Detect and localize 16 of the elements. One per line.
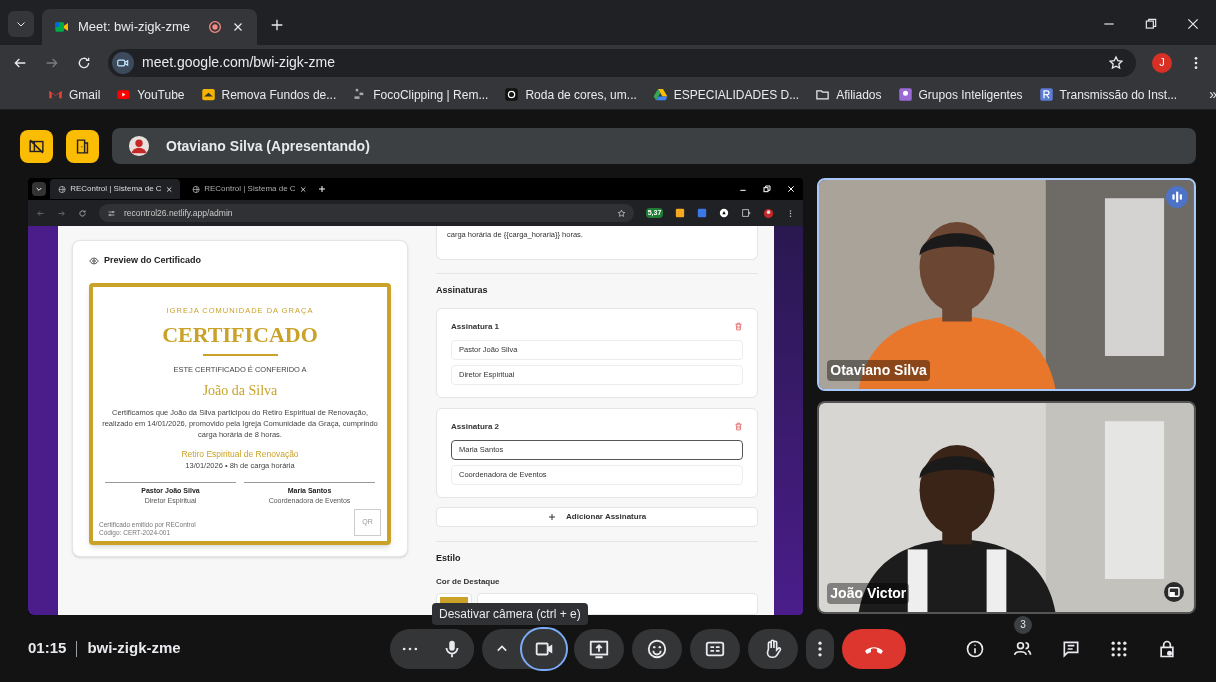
certificate-title: CERTIFICADO (162, 324, 318, 347)
section-heading: Estilo (436, 551, 462, 565)
recipient-name: João da Silva (202, 381, 278, 400)
signature-title: Assinatura 2 (451, 420, 500, 433)
tooltip: Desativar câmera (ctrl + e) (432, 603, 588, 625)
meeting-code: bwi-zigk-zme (87, 638, 181, 659)
participant-name: Otaviano Silva (827, 360, 930, 381)
signature-title: Assinatura 1 (451, 320, 500, 333)
participant-name: João Victor (827, 583, 910, 604)
presenter-bar: Otaviano Silva (Apresentando) (112, 128, 1196, 164)
event-name: Retiro Espiritual de Renovação (181, 447, 299, 461)
count-badge: 3 (1014, 615, 1032, 634)
section-heading: Assinaturas (436, 284, 489, 297)
meeting-time: 01:15 (28, 638, 67, 659)
card-title: Preview do Certificado (104, 254, 202, 268)
field-label: Cor de Destaque (436, 576, 501, 588)
